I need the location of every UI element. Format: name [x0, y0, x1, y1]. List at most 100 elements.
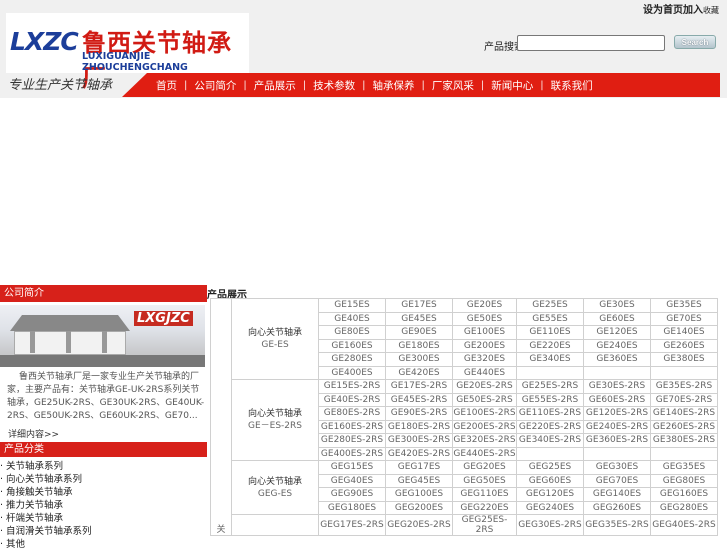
- product-cell[interactable]: GE320ES: [452, 352, 517, 367]
- product-cell[interactable]: GEG70ES: [583, 473, 651, 488]
- product-cell[interactable]: GE140ES: [650, 325, 718, 340]
- product-cell[interactable]: GE50ES: [452, 311, 517, 326]
- product-cell[interactable]: GE340ES-2RS: [516, 433, 584, 448]
- product-cell[interactable]: GE70ES: [650, 311, 718, 326]
- product-cell[interactable]: GEG25ES: [516, 460, 584, 475]
- product-cell[interactable]: GE45ES: [385, 311, 453, 326]
- product-cell[interactable]: GEG50ES: [452, 473, 517, 488]
- product-cell[interactable]: GE90ES: [385, 325, 453, 340]
- product-cell[interactable]: GE340ES: [516, 352, 584, 367]
- product-cell[interactable]: GEG260ES: [583, 500, 651, 515]
- product-cell[interactable]: GE420ES: [385, 365, 453, 380]
- product-cell[interactable]: GE55ES-2RS: [516, 392, 584, 407]
- product-cell[interactable]: GE260ES-2RS: [650, 419, 718, 434]
- product-cell[interactable]: GE280ES: [318, 352, 386, 367]
- product-cell[interactable]: GE80ES: [318, 325, 386, 340]
- product-cell[interactable]: GEG20ES: [452, 460, 517, 475]
- product-cell[interactable]: GE110ES-2RS: [516, 406, 584, 421]
- series-name-cell[interactable]: 向心关节轴承 GEG-ES: [231, 460, 319, 515]
- product-cell[interactable]: GE70ES-2RS: [650, 392, 718, 407]
- category-item[interactable]: · 角接触关节轴承: [0, 486, 207, 499]
- product-cell[interactable]: GE220ES-2RS: [516, 419, 584, 434]
- product-cell[interactable]: GE200ES: [452, 338, 517, 353]
- product-cell[interactable]: GEG45ES: [385, 473, 453, 488]
- product-cell[interactable]: GE30ES-2RS: [583, 379, 651, 394]
- category-item[interactable]: · 推力关节轴承: [0, 499, 207, 512]
- series-name-cell[interactable]: [231, 514, 319, 536]
- logo[interactable]: LXZC 鲁西关节轴承厂 LUXIGUANJIE ZHOUCHENGCHANG: [6, 13, 249, 92]
- series-name-cell[interactable]: 向心关节轴承 GE－ES-2RS: [231, 379, 319, 461]
- product-cell[interactable]: GE380ES: [650, 352, 718, 367]
- nav-item[interactable]: 联系我们: [546, 78, 598, 93]
- product-cell[interactable]: GEG35ES: [650, 460, 718, 475]
- product-cell[interactable]: GEG15ES: [318, 460, 386, 475]
- category-item[interactable]: · 关节轴承系列: [0, 460, 207, 473]
- product-cell[interactable]: GE380ES-2RS: [650, 433, 718, 448]
- product-cell[interactable]: GEG30ES: [583, 460, 651, 475]
- product-cell[interactable]: GEG17ES: [385, 460, 453, 475]
- add-favorite-link[interactable]: 收藏: [703, 6, 719, 15]
- product-cell[interactable]: GE35ES: [650, 298, 718, 313]
- nav-item[interactable]: 公司简介: [189, 78, 241, 93]
- product-cell[interactable]: GE160ES: [318, 338, 386, 353]
- product-cell[interactable]: GEG140ES: [583, 487, 651, 502]
- product-cell[interactable]: GE120ES: [583, 325, 651, 340]
- product-cell[interactable]: GEG17ES-2RS: [318, 514, 386, 536]
- product-cell[interactable]: GE45ES-2RS: [385, 392, 453, 407]
- category-item[interactable]: · 杆端关节轴承: [0, 512, 207, 525]
- product-cell[interactable]: GE20ES: [452, 298, 517, 313]
- product-cell[interactable]: GE100ES-2RS: [452, 406, 517, 421]
- product-cell[interactable]: GE360ES: [583, 352, 651, 367]
- product-cell[interactable]: GE200ES-2RS: [452, 419, 517, 434]
- product-cell[interactable]: GEG120ES: [516, 487, 584, 502]
- product-cell[interactable]: GEG25ES-2RS: [452, 514, 517, 536]
- product-cell[interactable]: GE17ES: [385, 298, 453, 313]
- product-cell[interactable]: GEG40ES-2RS: [650, 514, 718, 536]
- search-button[interactable]: Search: [674, 35, 716, 49]
- product-cell[interactable]: GE240ES: [583, 338, 651, 353]
- product-cell[interactable]: GE300ES-2RS: [385, 433, 453, 448]
- product-cell[interactable]: GEG180ES: [318, 500, 386, 515]
- search-input[interactable]: [517, 35, 665, 51]
- product-cell[interactable]: GE50ES-2RS: [452, 392, 517, 407]
- product-cell[interactable]: GEG220ES: [452, 500, 517, 515]
- product-cell[interactable]: GEG160ES: [650, 487, 718, 502]
- product-cell[interactable]: GE440ES: [452, 365, 517, 380]
- product-cell[interactable]: GEG280ES: [650, 500, 718, 515]
- product-cell[interactable]: GE320ES-2RS: [452, 433, 517, 448]
- more-link[interactable]: 详细内容>>: [0, 423, 207, 440]
- product-cell[interactable]: GE15ES: [318, 298, 386, 313]
- product-cell[interactable]: GEG80ES: [650, 473, 718, 488]
- product-cell[interactable]: GE15ES-2RS: [318, 379, 386, 394]
- product-cell[interactable]: GE400ES-2RS: [318, 446, 386, 461]
- nav-item[interactable]: 产品展示: [249, 78, 301, 93]
- product-cell[interactable]: GEG20ES-2RS: [385, 514, 453, 536]
- product-cell[interactable]: GE220ES: [516, 338, 584, 353]
- product-cell[interactable]: GE420ES-2RS: [385, 446, 453, 461]
- product-cell[interactable]: GE280ES-2RS: [318, 433, 386, 448]
- product-cell[interactable]: GEG90ES: [318, 487, 386, 502]
- product-cell[interactable]: GEG200ES: [385, 500, 453, 515]
- product-cell[interactable]: GE25ES: [516, 298, 584, 313]
- product-cell[interactable]: GE240ES-2RS: [583, 419, 651, 434]
- product-cell[interactable]: GE400ES: [318, 365, 386, 380]
- product-cell[interactable]: GE440ES-2RS: [452, 446, 517, 461]
- product-cell[interactable]: GE30ES: [583, 298, 651, 313]
- product-cell[interactable]: GE300ES: [385, 352, 453, 367]
- product-cell[interactable]: GEG30ES-2RS: [516, 514, 584, 536]
- product-cell[interactable]: GE40ES: [318, 311, 386, 326]
- product-cell[interactable]: GE180ES-2RS: [385, 419, 453, 434]
- nav-item[interactable]: 轴承保养: [368, 78, 420, 93]
- product-cell[interactable]: GE90ES-2RS: [385, 406, 453, 421]
- product-cell[interactable]: GE35ES-2RS: [650, 379, 718, 394]
- product-cell[interactable]: GE120ES-2RS: [583, 406, 651, 421]
- product-cell[interactable]: GE17ES-2RS: [385, 379, 453, 394]
- nav-item[interactable]: 厂家风采: [427, 78, 479, 93]
- product-cell[interactable]: GEG40ES: [318, 473, 386, 488]
- product-cell[interactable]: GEG110ES: [452, 487, 517, 502]
- category-item[interactable]: · 向心关节轴承系列: [0, 473, 207, 486]
- product-cell[interactable]: GEG35ES-2RS: [583, 514, 651, 536]
- product-cell[interactable]: GE55ES: [516, 311, 584, 326]
- product-cell[interactable]: GE140ES-2RS: [650, 406, 718, 421]
- product-cell[interactable]: GE100ES: [452, 325, 517, 340]
